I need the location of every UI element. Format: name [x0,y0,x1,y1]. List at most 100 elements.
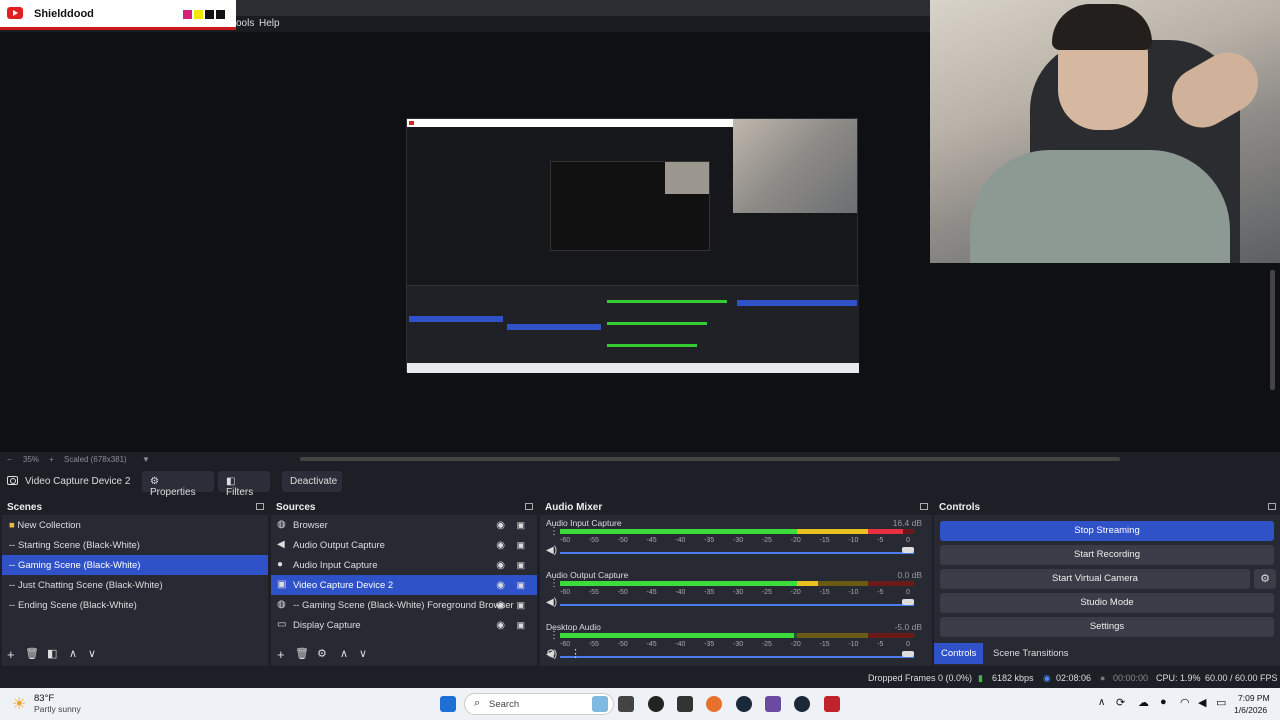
eye-icon[interactable]: ◉ [496,540,505,551]
steam-icon-2[interactable] [794,696,810,712]
source-item-browser[interactable]: ◍ Browser ◉ ▣ [271,515,537,535]
camera-icon [7,476,18,485]
settings-button[interactable]: Settings [940,617,1274,637]
lock-icon[interactable]: ▣ [516,520,525,531]
scale-tick: -5 [877,589,884,596]
properties-button[interactable]: ⚙ Properties [142,471,214,498]
source-item-display-capture[interactable]: ▭ Display Capture ◉ ▣ [271,615,537,635]
microphone-icon[interactable]: ● [1160,696,1167,708]
deactivate-label: Deactivate [290,476,338,487]
firefox-icon[interactable] [706,696,722,712]
menu-help[interactable]: Help [259,18,280,29]
eye-icon[interactable]: ◉ [496,620,505,631]
filter-icon[interactable]: ◧ [47,647,57,660]
fader-handle[interactable] [902,547,914,553]
move-up-icon[interactable]: ∧ [340,647,348,660]
eye-icon[interactable]: ◉ [496,520,505,531]
zoom-out-button[interactable]: − [7,455,12,464]
angular-icon[interactable] [824,696,840,712]
app-icon[interactable] [765,696,781,712]
trash-icon[interactable]: 🗑 [295,647,309,660]
start-recording-button[interactable]: Start Recording [940,545,1274,565]
volume-icon[interactable]: ◀ [1198,696,1206,709]
clock-date[interactable]: 1/6/2026 [1234,705,1267,715]
epic-games-icon[interactable] [677,696,693,712]
chevron-up-icon[interactable]: ∧ [1098,697,1105,708]
speaker-icon[interactable]: ◀) [546,545,557,556]
move-down-icon[interactable]: ∨ [359,647,367,660]
undock-icon[interactable] [1268,503,1276,510]
menu-dots-icon[interactable]: ⋮ [549,579,559,589]
widgets-icon[interactable] [592,696,608,712]
lock-icon[interactable]: ▣ [516,620,525,631]
scene-item-starting[interactable]: -- Starting Scene (Black-White) [2,535,268,555]
source-item-audio-input[interactable]: ● Audio Input Capture ◉ ▣ [271,555,537,575]
scale-tick: -10 [848,589,859,596]
add-source-button[interactable]: + [277,647,285,662]
gear-icon[interactable]: ⚙ [317,647,327,660]
scale-tick: -40 [675,589,686,596]
chevron-down-icon[interactable]: ▼ [142,455,150,464]
sync-icon[interactable]: ⟳ [1116,696,1125,709]
volume-fader[interactable] [560,552,914,554]
undock-icon[interactable] [525,503,533,510]
studio-mode-button[interactable]: Studio Mode [940,593,1274,613]
preview-horizontal-scrollbar[interactable] [300,457,1120,461]
scene-item-new-collection[interactable]: ■ New Collection [2,515,268,535]
task-view-icon[interactable] [618,696,634,712]
lock-icon[interactable]: ▣ [516,540,525,551]
move-up-icon[interactable]: ∧ [69,647,77,660]
eye-icon[interactable]: ◉ [496,580,505,591]
clock-time[interactable]: 7:09 PM [1238,693,1270,703]
battery-icon[interactable]: ▭ [1216,696,1226,709]
audio-channel: Audio Input Capture 16.4 dB ⋮ -60 -55 -50-… [540,515,932,567]
preview-vertical-scrollbar[interactable] [1270,270,1275,390]
volume-fader[interactable] [560,604,914,606]
tab-scene-transitions[interactable]: Scene Transitions [986,643,1076,664]
undock-icon[interactable] [920,503,928,510]
stream-icon: ◉ [1043,673,1051,683]
windows-start-icon[interactable] [440,696,456,712]
move-down-icon[interactable]: ∨ [88,647,96,660]
lock-icon[interactable]: ▣ [516,560,525,571]
webcam-feed [930,0,1280,263]
stop-streaming-button[interactable]: Stop Streaming [940,521,1274,541]
weather-icon[interactable]: ☀ [12,694,26,714]
deactivate-button[interactable]: Deactivate [282,471,342,492]
eye-icon[interactable]: ◉ [496,600,505,611]
trash-icon[interactable]: 🗑 [25,647,39,660]
source-item-foreground-browser[interactable]: ◍ -- Gaming Scene (Black-White) Foregrou… [271,595,537,615]
scene-item-just-chatting[interactable]: -- Just Chatting Scene (Black-White) [2,575,268,595]
menu-dots-icon[interactable]: ⋮ [570,647,581,660]
menu-dots-icon[interactable]: ⋮ [549,527,559,537]
fader-handle[interactable] [902,599,914,605]
tab-controls[interactable]: Controls [934,643,984,664]
zoom-level[interactable]: 35% [23,455,39,464]
scene-item-gaming[interactable]: -- Gaming Scene (Black-White) [2,555,268,575]
virtual-camera-settings-button[interactable]: ⚙ [1254,569,1276,589]
advanced-audio-icon[interactable]: ⚙ [546,647,556,660]
source-item-video-capture[interactable]: ▣ Video Capture Device 2 ◉ ▣ [271,575,537,595]
start-virtual-camera-button[interactable]: Start Virtual Camera [940,569,1250,589]
swatch-black [205,10,214,19]
obs-icon[interactable] [648,696,664,712]
add-scene-button[interactable]: + [7,647,15,662]
menu-tools[interactable]: ools [236,18,254,29]
source-item-audio-output[interactable]: ◀ Audio Output Capture ◉ ▣ [271,535,537,555]
filters-button[interactable]: ◧ Filters [218,471,270,498]
wifi-icon[interactable]: ◠ [1180,696,1190,709]
menu-dots-icon[interactable]: ⋮ [549,631,559,641]
zoom-in-button[interactable]: + [49,455,54,464]
cloud-icon[interactable]: ☁ [1138,696,1149,709]
scene-item-ending[interactable]: -- Ending Scene (Black-White) [2,595,268,615]
speaker-icon[interactable]: ◀) [546,597,557,608]
eye-icon[interactable]: ◉ [496,560,505,571]
weather-temp[interactable]: 83°F [34,693,54,704]
undock-icon[interactable] [256,503,264,510]
steam-icon[interactable] [736,696,752,712]
swatch-yellow [194,10,203,19]
filters-label: Filters [226,487,254,498]
lock-icon[interactable]: ▣ [516,600,525,611]
weather-desc[interactable]: Partly sunny [34,704,81,714]
lock-icon[interactable]: ▣ [516,580,525,591]
